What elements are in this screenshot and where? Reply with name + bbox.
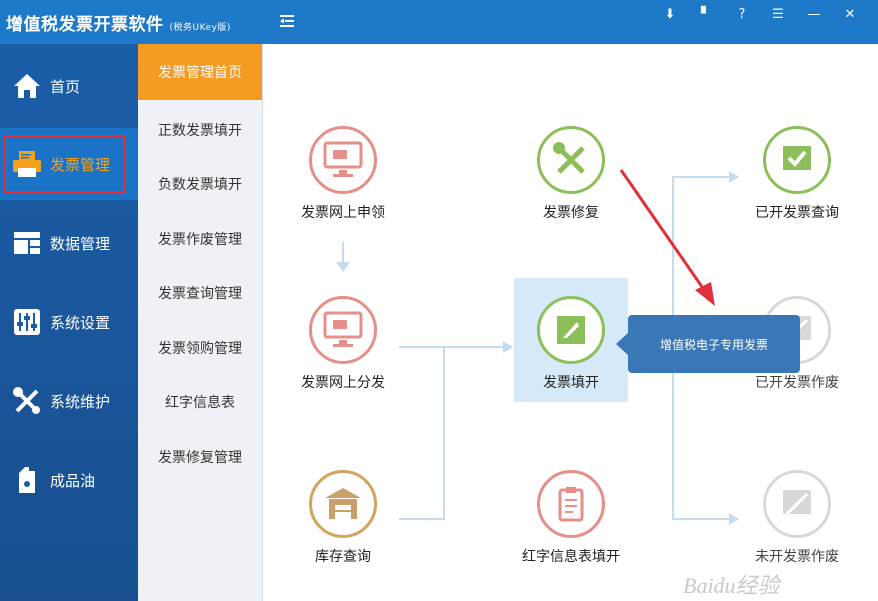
nav-item-invoice-management[interactable]: 发票管理	[0, 128, 138, 200]
submenu-item-invoice-home[interactable]: 发票管理首页	[138, 44, 262, 100]
connector	[399, 346, 509, 348]
menu-icon[interactable]: ☰	[760, 4, 796, 24]
arrow-down-icon	[336, 262, 350, 272]
clipboard-pen-icon	[537, 470, 605, 538]
nav-item-label: 数据管理	[50, 234, 111, 253]
flow-canvas: 发票网上申领 发票网上分发 库存查询 发票修复 发票填开 红字信息表填开 已开发…	[263, 44, 878, 601]
submenu-item-negative-invoice[interactable]: 负数发票填开	[138, 162, 262, 206]
download-icon[interactable]: ⬇	[652, 4, 688, 24]
feather-pen-icon	[537, 296, 605, 364]
window-controls: ⬇ ▘ ? ☰ — ✕	[652, 4, 868, 24]
checkmark-search-icon	[763, 126, 831, 194]
nav-item-home[interactable]: 首页	[0, 50, 138, 122]
node-label: 库存查询	[315, 549, 371, 565]
node-label: 发票修复	[543, 205, 599, 221]
home-icon	[12, 71, 42, 101]
node-distribute-online[interactable]: 发票网上分发	[283, 296, 403, 392]
sub-menu: 发票管理首页 正数发票填开 负数发票填开 发票作废管理 发票查询管理 发票领购管…	[138, 44, 263, 601]
nav-item-label: 首页	[50, 77, 81, 96]
app-subtitle: (税务UKey版)	[169, 23, 231, 33]
submenu-item-query-management[interactable]: 发票查询管理	[138, 271, 262, 315]
node-stock-query[interactable]: 库存查询	[283, 470, 403, 566]
node-issued-query[interactable]: 已开发票查询	[737, 126, 857, 222]
monitor-hand-icon	[309, 126, 377, 194]
node-label: 已开发票作废	[755, 375, 839, 391]
app-title: 增值税发票开票软件 (税务UKey版)	[6, 10, 231, 35]
annotation-arrow	[619, 169, 715, 306]
node-apply-online[interactable]: 发票网上申领	[283, 126, 403, 222]
nav-item-label: 系统维护	[50, 392, 111, 411]
minimize-icon[interactable]: —	[796, 4, 832, 24]
submenu-item-positive-invoice[interactable]: 正数发票填开	[138, 108, 262, 152]
nav-item-label: 发票管理	[50, 155, 111, 174]
nav-item-system-maintenance[interactable]: 系统维护	[0, 365, 138, 437]
nav-item-refined-oil[interactable]: 成品油	[0, 444, 138, 516]
invoice-printer-icon	[12, 149, 42, 179]
help-icon[interactable]: ?	[724, 4, 760, 24]
settings-sliders-icon	[12, 307, 42, 337]
nav-item-system-settings[interactable]: 系统设置	[0, 286, 138, 358]
nav-item-label: 系统设置	[50, 313, 111, 332]
submenu-item-void-management[interactable]: 发票作废管理	[138, 217, 262, 261]
connector	[443, 346, 445, 520]
issue-type-tooltip[interactable]: 增值税电子专用发票	[616, 315, 800, 373]
submenu-item-repair-management[interactable]: 发票修复管理	[138, 435, 262, 479]
left-nav: 首页 发票管理 数据管理 系统设置 系统维护 成品油	[0, 44, 138, 601]
nav-item-data-management[interactable]: 数据管理	[0, 207, 138, 279]
oil-can-icon	[12, 465, 42, 495]
monitor-hand-icon	[309, 296, 377, 364]
connector	[399, 518, 445, 520]
close-icon[interactable]: ✕	[832, 4, 868, 24]
app-title-text: 增值税发票开票软件	[6, 15, 164, 35]
node-unissued-void[interactable]: 未开发票作废	[737, 470, 857, 566]
bookmark-icon[interactable]: ▘	[688, 4, 724, 24]
node-issue-invoice[interactable]: 发票填开	[511, 296, 631, 392]
title-bar: 增值税发票开票软件 (税务UKey版) ⬇ ▘ ? ☰ — ✕	[0, 0, 878, 44]
wrench-screwdriver-icon	[537, 126, 605, 194]
void-invoice-icon	[763, 470, 831, 538]
nav-item-label: 成品油	[50, 471, 96, 490]
submenu-item-red-info[interactable]: 红字信息表	[138, 380, 262, 424]
node-label: 发票网上申领	[301, 205, 385, 221]
connector	[672, 518, 734, 520]
data-icon	[12, 228, 42, 258]
node-label: 发票网上分发	[301, 375, 385, 391]
node-label: 发票填开	[543, 375, 599, 391]
node-red-info-fill[interactable]: 红字信息表填开	[511, 470, 631, 566]
watermark: Baidu经验	[683, 573, 780, 598]
node-label: 未开发票作废	[755, 549, 839, 565]
node-label: 已开发票查询	[755, 205, 839, 221]
tools-icon	[12, 386, 42, 416]
node-repair[interactable]: 发票修复	[511, 126, 631, 222]
menu-collapse-icon[interactable]	[278, 12, 296, 30]
node-label: 红字信息表填开	[522, 549, 620, 565]
submenu-item-purchase-management[interactable]: 发票领购管理	[138, 326, 262, 370]
warehouse-icon	[309, 470, 377, 538]
